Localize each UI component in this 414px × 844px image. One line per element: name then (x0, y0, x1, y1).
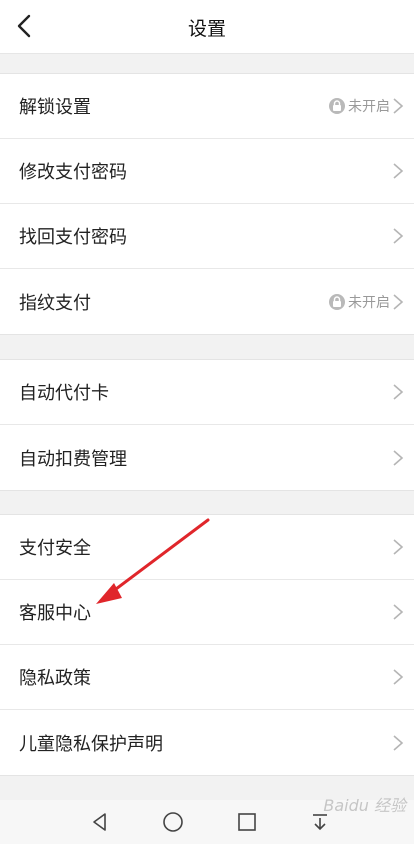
settings-group-support: 支付安全 客服中心 隐私政策 儿童隐私保护声明 (0, 514, 414, 776)
chevron-right-icon (393, 449, 404, 466)
home-circle-icon (163, 812, 183, 832)
chevron-right-icon (393, 539, 404, 555)
page-title: 设置 (187, 18, 226, 40)
row-auto-pay-card[interactable]: 自动代付卡 (0, 360, 414, 425)
lock-icon (329, 293, 345, 310)
lock-icon (329, 98, 345, 114)
nav-recents-button[interactable] (235, 810, 259, 834)
row-privacy-policy[interactable]: 隐私政策 (0, 645, 414, 710)
back-triangle-icon (93, 813, 106, 831)
row-unlock-settings[interactable]: 解锁设置 未开启 (0, 74, 414, 139)
settings-group-auto-pay: 自动代付卡 自动扣费管理 (0, 359, 414, 491)
row-label: 儿童隐私保护声明 (19, 733, 163, 755)
top-bar: 设置 (0, 0, 414, 54)
chevron-right-icon (393, 293, 404, 310)
chevron-right-icon (393, 384, 404, 400)
chevron-right-icon (393, 228, 404, 244)
chevron-right-icon (393, 669, 404, 685)
watermark: Baidu 经验 (323, 796, 406, 815)
chevron-right-icon (393, 734, 404, 751)
status-text: 未开启 (348, 99, 390, 115)
row-auto-deduction-management[interactable]: 自动扣费管理 (0, 425, 414, 490)
row-label: 支付安全 (19, 538, 91, 559)
row-customer-service[interactable]: 客服中心 (0, 580, 414, 645)
row-label: 修改支付密码 (19, 162, 127, 183)
chevron-right-icon (393, 98, 404, 114)
row-label: 客服中心 (19, 603, 91, 624)
row-label: 自动代付卡 (19, 383, 109, 404)
row-label: 隐私政策 (19, 668, 91, 689)
status-indicator: 未开启 (329, 74, 390, 138)
chevron-right-icon (393, 163, 404, 179)
row-change-pay-password[interactable]: 修改支付密码 (0, 139, 414, 204)
row-label: 找回支付密码 (19, 227, 127, 248)
chevron-right-icon (393, 604, 404, 620)
status-text: 未开启 (348, 294, 390, 311)
row-payment-security[interactable]: 支付安全 (0, 515, 414, 580)
row-label: 指纹支付 (19, 292, 91, 314)
status-indicator: 未开启 (329, 269, 390, 334)
row-fingerprint-pay[interactable]: 指纹支付 未开启 (0, 269, 414, 334)
row-child-privacy-statement[interactable]: 儿童隐私保护声明 (0, 710, 414, 775)
row-label: 自动扣费管理 (19, 448, 127, 470)
recents-square-icon (238, 813, 256, 831)
nav-home-button[interactable] (161, 810, 185, 834)
settings-group-security: 解锁设置 未开启 修改支付密码 找回支付密码 指纹支付 未开启 (0, 73, 414, 335)
row-recover-pay-password[interactable]: 找回支付密码 (0, 204, 414, 269)
nav-back-button[interactable] (88, 810, 112, 834)
row-label: 解锁设置 (19, 97, 91, 118)
